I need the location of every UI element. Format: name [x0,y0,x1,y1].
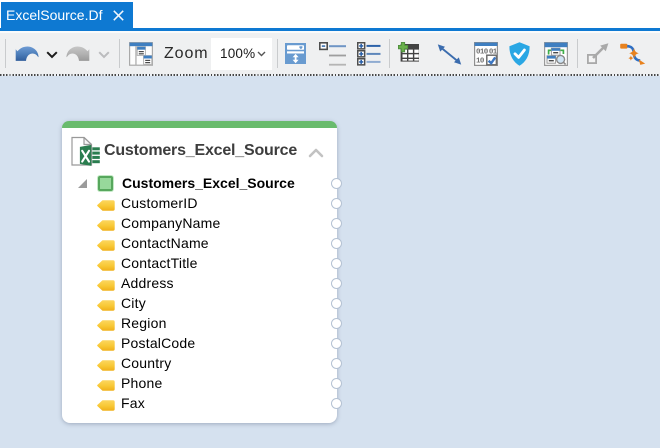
svg-text:0: 0 [480,57,485,65]
